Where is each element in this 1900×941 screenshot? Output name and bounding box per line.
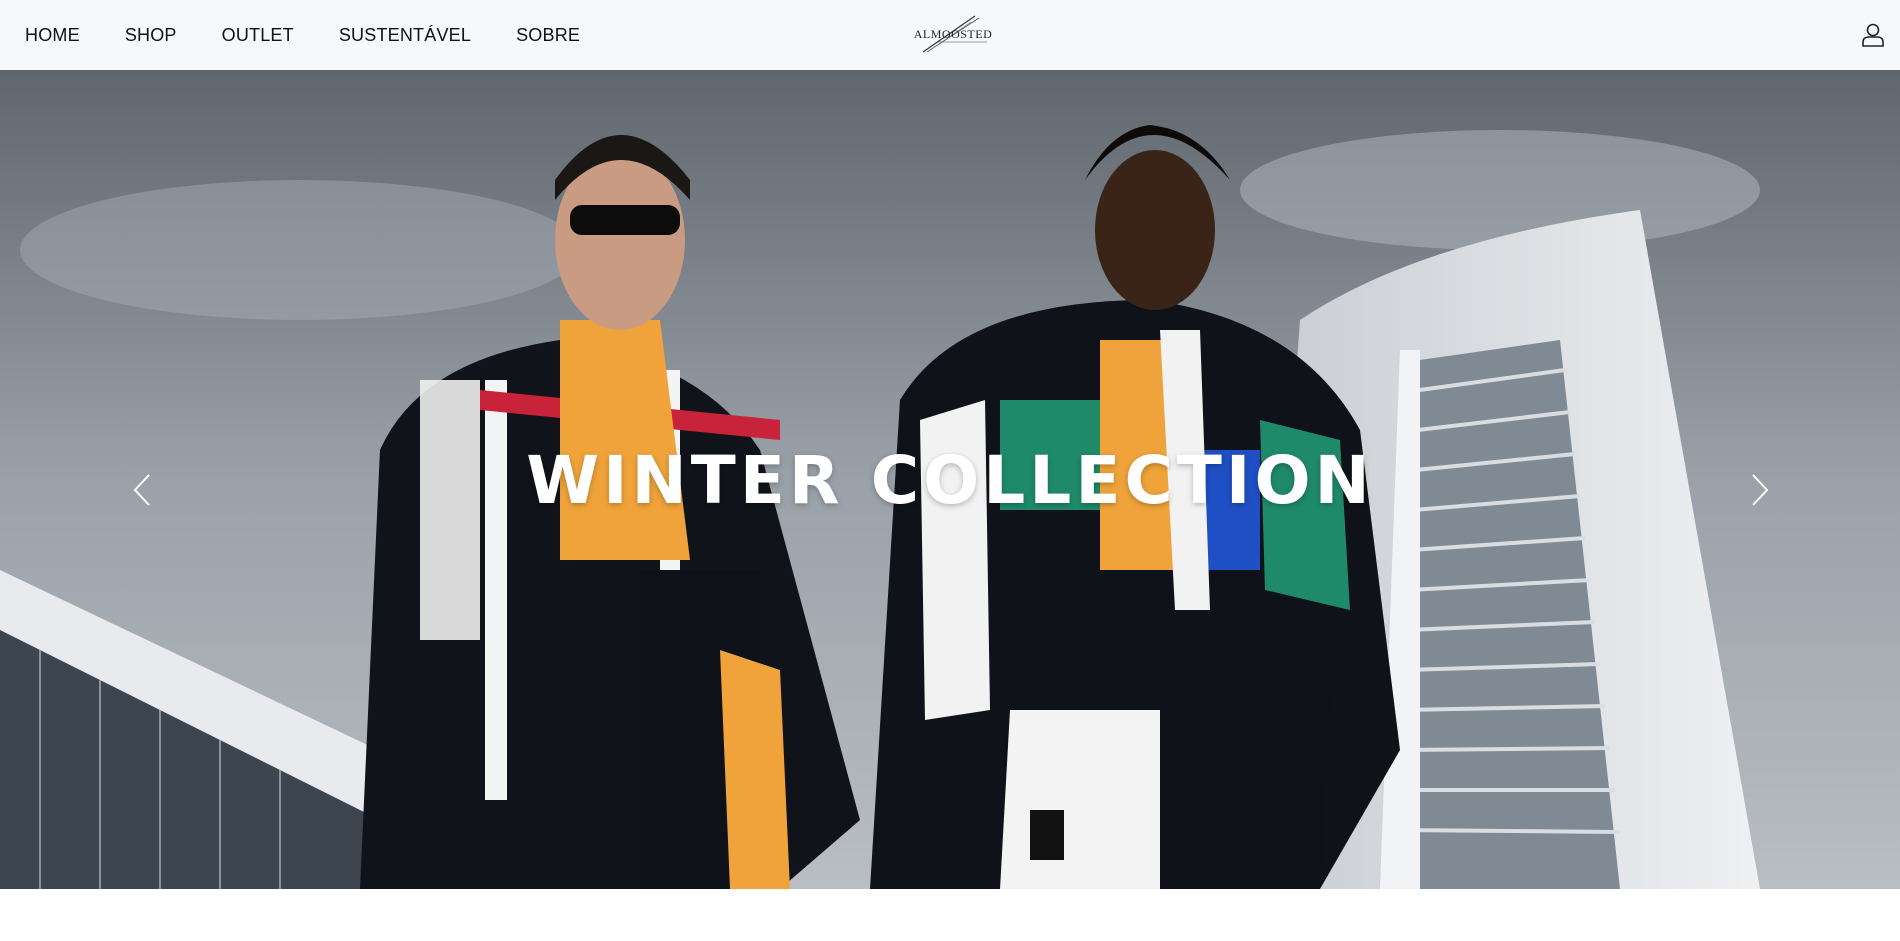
hero-carousel: WINTER COLLECTION [0, 70, 1900, 889]
logo-wordmark: ALMOOSTED [913, 27, 993, 41]
nav-shop-link[interactable]: SHOP [125, 25, 177, 46]
top-navbar: HOME SHOP OUTLET SUSTENTÁVEL SOBRE ALMOO… [0, 0, 1900, 70]
nav-home-link[interactable]: HOME [25, 25, 80, 46]
nav-sobre-link[interactable]: SOBRE [516, 25, 580, 46]
nav-outlet-link[interactable]: OUTLET [222, 25, 294, 46]
page-content-area [0, 889, 1900, 941]
carousel-next-button[interactable] [1740, 460, 1780, 520]
nav-sustentavel-link[interactable]: SUSTENTÁVEL [339, 25, 471, 46]
chevron-left-icon [133, 474, 150, 506]
carousel-prev-button[interactable] [122, 460, 162, 520]
chevron-right-icon [1752, 474, 1769, 506]
brand-logo[interactable]: ALMOOSTED [913, 12, 993, 56]
user-icon [1862, 23, 1884, 47]
main-menu: HOME SHOP OUTLET SUSTENTÁVEL SOBRE [25, 25, 625, 46]
account-button[interactable] [1860, 22, 1886, 48]
hero-title: WINTER COLLECTION [526, 442, 1374, 519]
